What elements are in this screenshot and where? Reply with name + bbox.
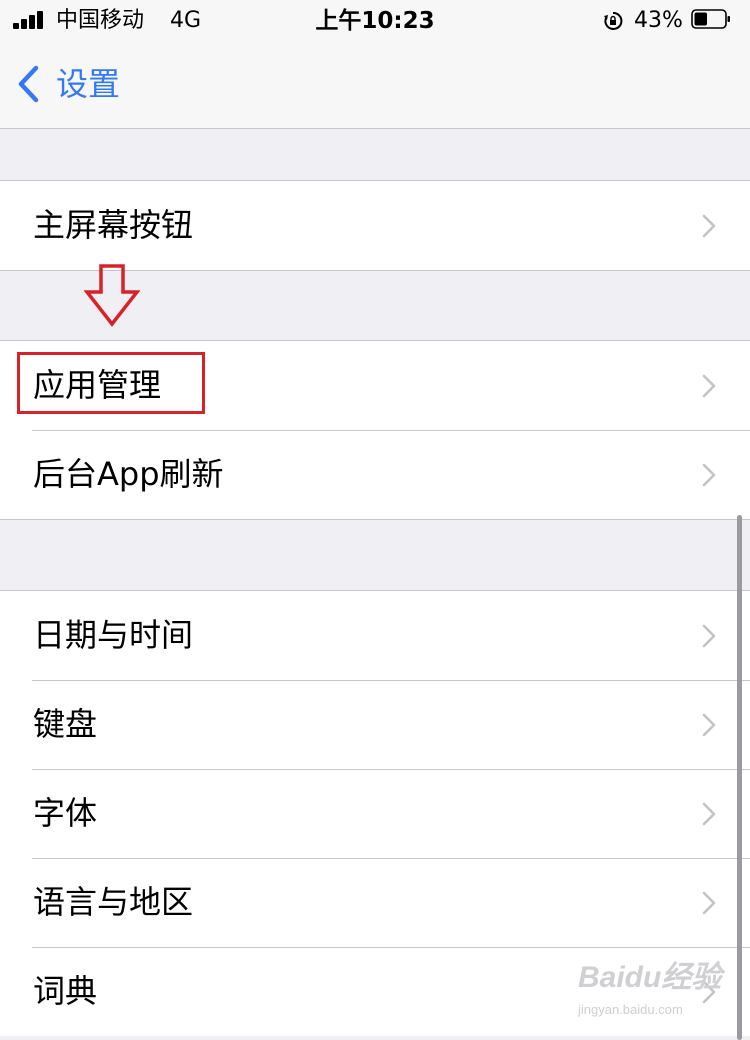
chevron-right-icon [702, 214, 716, 238]
settings-group-1: 主屏幕按钮 [0, 180, 750, 271]
row-label: 后台App刷新 [33, 455, 224, 493]
row-home-button[interactable]: 主屏幕按钮 [0, 181, 750, 270]
row-label: 语言与地区 [33, 883, 194, 921]
watermark: Baidu经验 jingyan.baidu.com [578, 958, 738, 1024]
row-label: 字体 [33, 794, 98, 832]
watermark-logo: Baidu经验 [578, 961, 722, 994]
chevron-right-icon [702, 802, 716, 826]
navigation-bar: 设置 [0, 44, 750, 129]
back-button[interactable]: 设置 [14, 62, 164, 108]
down-arrow-icon [84, 264, 140, 327]
row-keyboard[interactable]: 键盘 [0, 680, 750, 769]
row-label: 日期与时间 [33, 616, 194, 654]
row-date-time[interactable]: 日期与时间 [0, 591, 750, 680]
chevron-right-icon [702, 713, 716, 737]
watermark-url: jingyan.baidu.com [578, 1002, 683, 1017]
row-fonts[interactable]: 字体 [0, 769, 750, 858]
highlight-box [17, 352, 205, 414]
back-label: 设置 [56, 65, 121, 103]
row-label: 词典 [33, 972, 98, 1010]
row-language-region[interactable]: 语言与地区 [0, 858, 750, 947]
battery-icon [691, 9, 730, 29]
battery-percent: 43% [634, 8, 683, 33]
row-label: 主屏幕按钮 [33, 206, 194, 244]
chevron-right-icon [702, 891, 716, 915]
chevron-right-icon [702, 624, 716, 648]
chevron-left-icon [18, 65, 39, 103]
row-label: 键盘 [33, 705, 98, 743]
row-background-app-refresh[interactable]: 后台App刷新 [0, 430, 750, 519]
orientation-lock-icon [604, 11, 623, 30]
status-bar: 中国移动 4G 上午10:23 43% [0, 0, 750, 44]
chevron-right-icon [702, 374, 716, 398]
chevron-right-icon [702, 463, 716, 487]
